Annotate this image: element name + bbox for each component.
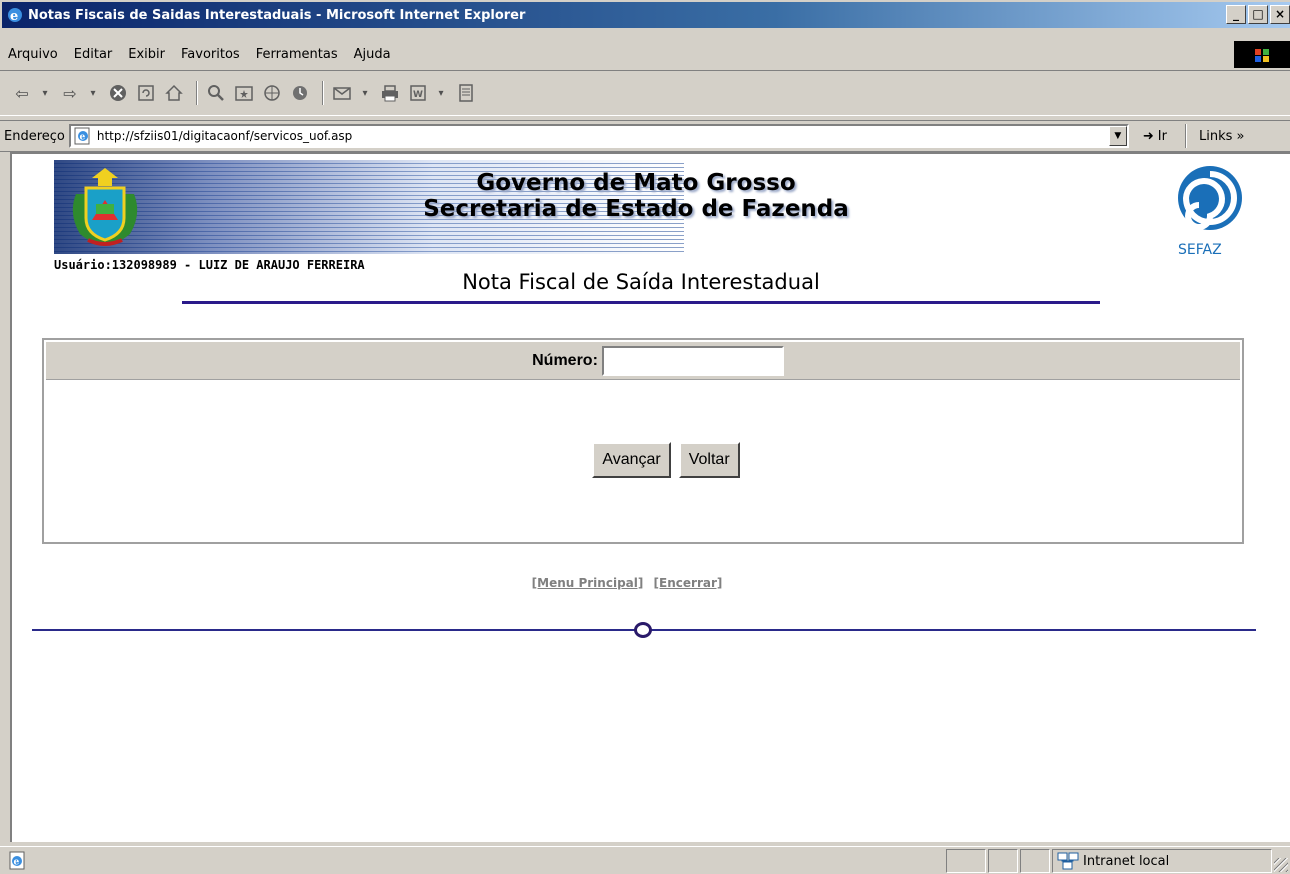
stop-icon[interactable]	[106, 81, 130, 105]
window-titlebar[interactable]: e Notas Fiscais de Saidas Interestaduais…	[0, 0, 1290, 28]
standard-toolbar: ⇦ ▾ ⇨ ▾ ▾ W ▾	[0, 70, 1290, 116]
window-controls: _ □ ×	[1226, 5, 1290, 24]
back-button[interactable]: Voltar	[678, 442, 740, 478]
state-crest-icon	[72, 168, 138, 246]
advance-button[interactable]: Avançar	[592, 442, 671, 478]
status-bar: e Intranet local	[0, 846, 1290, 874]
address-bar: Endereço e http://sfziis01/digitacaonf/s…	[0, 120, 1290, 152]
svg-text:W: W	[413, 90, 423, 100]
security-zone: Intranet local	[1052, 849, 1272, 873]
close-button[interactable]: ×	[1270, 5, 1290, 24]
links-separator	[1184, 124, 1187, 148]
status-panels: Intranet local	[946, 849, 1274, 873]
sefaz-logo-icon	[1178, 166, 1242, 230]
toolbar-separator	[322, 81, 324, 105]
menu-favoritos[interactable]: Favoritos	[181, 47, 240, 62]
home-icon[interactable]	[162, 81, 186, 105]
links-button[interactable]: Links »	[1199, 129, 1244, 144]
sefaz-logo-text: SEFAZ	[1178, 242, 1222, 258]
edit-icon[interactable]: W	[406, 81, 430, 105]
svg-text:e: e	[14, 857, 20, 867]
search-icon[interactable]	[204, 81, 228, 105]
status-panel	[988, 849, 1018, 873]
menu-ferramentas[interactable]: Ferramentas	[256, 47, 338, 62]
invoice-form: Número: Avançar Voltar	[42, 338, 1244, 544]
banner-title: Governo de Mato Grosso Secretaria de Est…	[316, 170, 956, 222]
resize-grip[interactable]	[1274, 858, 1288, 872]
maximize-button[interactable]: □	[1248, 5, 1268, 24]
go-label: Ir	[1157, 128, 1167, 144]
banner-title-line2: Secretaria de Estado de Fazenda	[423, 196, 849, 222]
go-button[interactable]: ➜ Ir	[1143, 129, 1167, 144]
menu-editar[interactable]: Editar	[74, 47, 113, 62]
form-actions: Avançar Voltar	[44, 442, 1242, 478]
footer-links: [Menu Principal] [Encerrar]	[12, 576, 1242, 590]
history-icon[interactable]	[288, 81, 312, 105]
page-content: Governo de Mato Grosso Secretaria de Est…	[10, 152, 1290, 842]
intranet-icon	[1057, 852, 1079, 870]
edit-dropdown-icon[interactable]: ▾	[434, 81, 448, 105]
address-url: http://sfziis01/digitacaonf/servicos_uof…	[96, 129, 353, 143]
zone-label: Intranet local	[1083, 853, 1170, 869]
status-panel	[1020, 849, 1050, 873]
internet-explorer-icon: e	[8, 8, 22, 24]
menu-ajuda[interactable]: Ajuda	[354, 47, 391, 62]
encerrar-link[interactable]: [Encerrar]	[654, 576, 723, 590]
page-title: Nota Fiscal de Saída Interestadual	[462, 270, 820, 294]
banner-title-line1: Governo de Mato Grosso	[476, 170, 796, 196]
discuss-icon[interactable]	[454, 81, 478, 105]
status-panel	[946, 849, 986, 873]
go-arrow-icon: ➜	[1142, 128, 1154, 144]
numero-input[interactable]	[601, 345, 784, 376]
svg-text:e: e	[79, 133, 85, 143]
minimize-button[interactable]: _	[1226, 5, 1246, 24]
address-label: Endereço	[4, 128, 65, 144]
menu-exibir[interactable]: Exibir	[128, 47, 165, 62]
forward-dropdown-icon[interactable]: ▾	[86, 81, 100, 105]
menu-principal-link[interactable]: [Menu Principal]	[532, 576, 644, 590]
toolbar-separator	[196, 81, 198, 105]
forward-icon[interactable]: ⇨	[58, 81, 82, 105]
windows-logo	[1234, 41, 1290, 68]
page-icon: e	[74, 127, 90, 145]
title-underline	[182, 301, 1100, 304]
back-icon[interactable]: ⇦	[10, 81, 34, 105]
menu-arquivo[interactable]: Arquivo	[8, 47, 58, 62]
address-dropdown-icon[interactable]: ▼	[1108, 126, 1127, 146]
form-header-row: Número:	[46, 342, 1240, 380]
window-title: Notas Fiscais de Saidas Interestaduais -…	[28, 7, 526, 23]
mail-icon[interactable]	[330, 81, 354, 105]
print-icon[interactable]	[378, 81, 402, 105]
numero-label: Número:	[532, 351, 598, 369]
menu-bar: Arquivo Editar Exibir Favoritos Ferramen…	[0, 41, 1290, 68]
favorites-icon[interactable]	[232, 81, 256, 105]
page-status-icon: e	[9, 851, 25, 869]
refresh-icon[interactable]	[134, 81, 158, 105]
divider-circle-icon	[634, 622, 652, 638]
windows-flag-icon	[1255, 49, 1269, 62]
address-input[interactable]: e http://sfziis01/digitacaonf/servicos_u…	[68, 124, 1129, 148]
media-icon[interactable]	[260, 81, 284, 105]
back-dropdown-icon[interactable]: ▾	[38, 81, 52, 105]
mail-dropdown-icon[interactable]: ▾	[358, 81, 372, 105]
svg-text:e: e	[10, 9, 18, 24]
